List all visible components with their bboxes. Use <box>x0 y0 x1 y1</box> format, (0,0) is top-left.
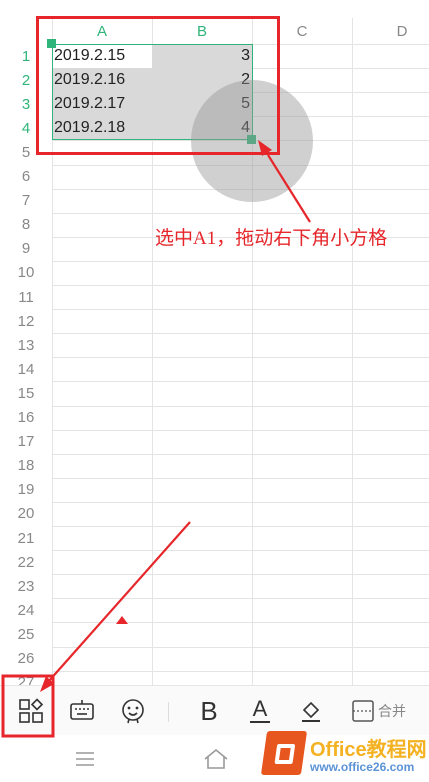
annotation-highlight-box <box>36 16 280 155</box>
row-number[interactable]: 22 <box>0 550 52 574</box>
row-number[interactable]: 21 <box>0 526 52 550</box>
grid-line <box>52 260 429 262</box>
bold-icon[interactable]: B <box>194 696 224 726</box>
watermark-title: Office教程网 <box>310 739 427 761</box>
column-header-d[interactable]: D <box>352 18 429 44</box>
grid-line <box>52 598 429 600</box>
grid-line <box>52 550 429 552</box>
fill-color-icon[interactable] <box>296 698 326 724</box>
row-number[interactable]: 19 <box>0 478 52 502</box>
spreadsheet-grid[interactable]: A B C D 1 2 3 4 5 6 7 8 9 10 11 12 13 14 15 16 17 18 19 20 2… <box>0 0 429 685</box>
row-number[interactable]: 26 <box>0 647 52 671</box>
merge-button[interactable]: 合并 <box>378 698 406 724</box>
grid-line <box>52 670 429 672</box>
grid-line <box>52 333 429 335</box>
keyboard-icon[interactable] <box>67 698 97 724</box>
border-icon[interactable] <box>348 698 378 724</box>
apps-icon[interactable] <box>16 698 46 724</box>
font-color-bar <box>250 721 270 723</box>
toolbar-divider <box>168 702 169 722</box>
grid-line <box>52 477 429 479</box>
font-color-label: A <box>252 696 268 721</box>
row-number[interactable]: 9 <box>0 237 52 261</box>
home-icon[interactable] <box>200 745 232 773</box>
grid-line <box>52 501 429 503</box>
annotation-text: 选中A1，拖动右下角小方格 <box>155 228 388 249</box>
grid-line <box>52 309 429 311</box>
grid-line <box>52 285 429 286</box>
row-number[interactable]: 12 <box>0 309 52 333</box>
row-number[interactable]: 10 <box>0 261 52 285</box>
row-number[interactable]: 24 <box>0 598 52 622</box>
grid-line <box>52 212 429 214</box>
grid-line <box>52 526 429 527</box>
row-number[interactable]: 7 <box>0 189 52 213</box>
watermark-url: www.office26.com <box>310 760 415 774</box>
grid-line <box>352 18 353 685</box>
grid-line <box>52 405 429 407</box>
grid-line <box>52 381 429 383</box>
row-number[interactable]: 23 <box>0 574 52 598</box>
row-number[interactable]: 11 <box>0 285 52 309</box>
row-number[interactable]: 27 <box>0 671 52 685</box>
row-number[interactable]: 18 <box>0 454 52 478</box>
row-number[interactable]: 13 <box>0 333 52 357</box>
grid-line <box>52 646 429 648</box>
watermark: Office教程网 www.office26.com <box>260 727 429 782</box>
row-number[interactable]: 15 <box>0 381 52 405</box>
menu-icon[interactable] <box>70 745 100 773</box>
row-number[interactable]: 16 <box>0 406 52 430</box>
row-number[interactable]: 25 <box>0 622 52 646</box>
grid-line <box>52 622 429 624</box>
emoji-icon[interactable] <box>118 698 148 724</box>
row-number[interactable]: 8 <box>0 213 52 237</box>
row-number[interactable]: 6 <box>0 165 52 189</box>
font-color-icon[interactable]: A <box>245 698 275 724</box>
grid-line <box>52 429 429 431</box>
row-number[interactable]: 20 <box>0 502 52 526</box>
row-number[interactable]: 17 <box>0 430 52 454</box>
office-logo <box>260 731 308 775</box>
row-number[interactable]: 14 <box>0 357 52 381</box>
grid-line <box>52 453 429 455</box>
grid-line <box>52 357 429 359</box>
grid-line <box>52 574 429 576</box>
